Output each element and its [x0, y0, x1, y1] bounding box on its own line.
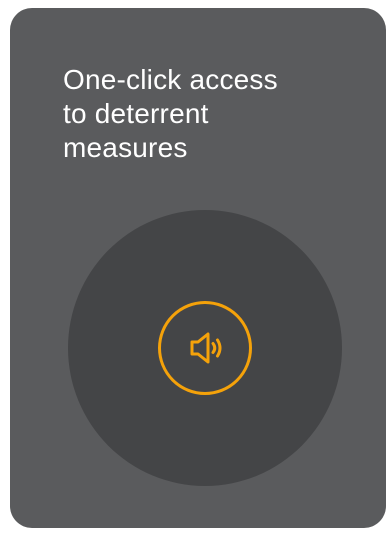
speaker-button[interactable]: [158, 301, 252, 395]
feature-card: One-click access to deterrent measures: [10, 8, 386, 528]
card-title: One-click access to deterrent measures: [63, 64, 278, 163]
speaker-volume-icon: [190, 332, 222, 364]
